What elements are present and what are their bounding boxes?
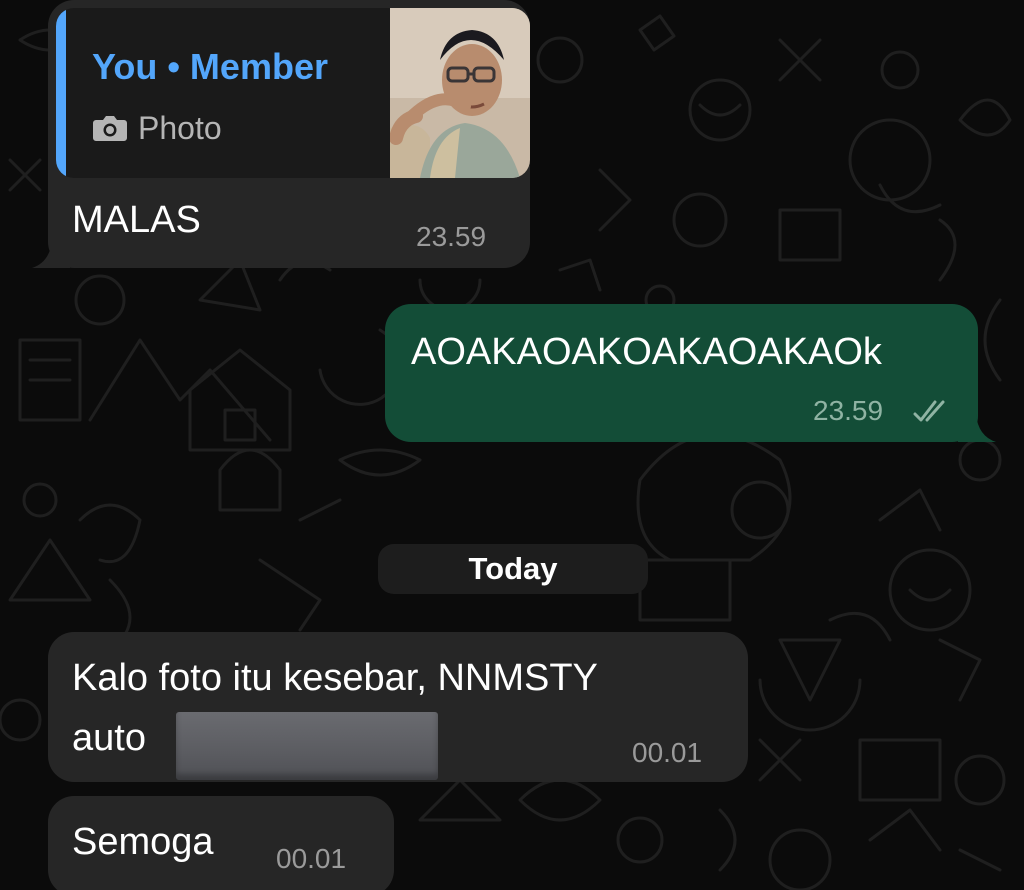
double-check-icon bbox=[913, 400, 945, 422]
redaction-box bbox=[176, 712, 438, 780]
message-text-line-1: Kalo foto itu kesebar, NNMSTY bbox=[72, 657, 598, 699]
quote-type-label: Photo bbox=[138, 109, 222, 146]
chat-view: You • Member Photo MALAS 23.59 AOAKAOAKO… bbox=[0, 0, 1024, 890]
date-separator-label: Today bbox=[468, 551, 558, 586]
message-text: MALAS bbox=[72, 199, 201, 241]
message-time: 23.59 bbox=[813, 395, 884, 426]
message-time: 00.01 bbox=[276, 843, 347, 874]
quote-type-row: Photo bbox=[92, 108, 222, 148]
quoted-message[interactable]: You • Member Photo bbox=[56, 8, 530, 178]
bubble-tail-incoming bbox=[32, 240, 70, 268]
date-separator: Today bbox=[378, 544, 648, 594]
quote-author: You • Member bbox=[92, 46, 328, 87]
message-bubble-last[interactable]: Semoga 00.01 bbox=[48, 796, 394, 890]
quote-accent-bar bbox=[56, 8, 66, 178]
message-bubble-sent[interactable]: AOAKAOAKOAKAOAKAOk 23.59 bbox=[385, 304, 978, 442]
message-text: Semoga bbox=[72, 821, 214, 863]
message-time: 00.01 bbox=[632, 737, 703, 768]
message-text-line-2: auto bbox=[72, 717, 146, 759]
message-text: AOAKAOAKOAKAOAKAOk bbox=[411, 331, 882, 373]
photo-thumbnail[interactable] bbox=[390, 8, 530, 178]
camera-icon bbox=[93, 116, 127, 141]
message-time: 23.59 bbox=[416, 221, 487, 252]
message-bubble-reply[interactable]: You • Member Photo MALAS 23.59 bbox=[48, 0, 530, 268]
bubble-tail-outgoing bbox=[958, 414, 996, 442]
